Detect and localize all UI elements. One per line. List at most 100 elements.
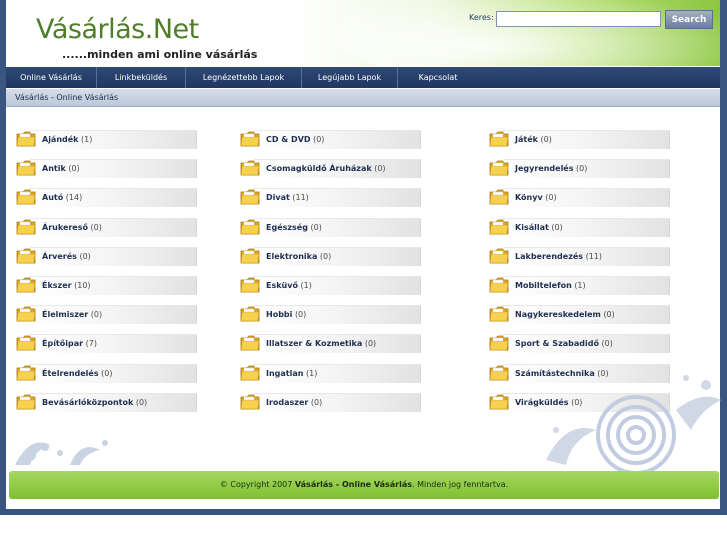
category-label[interactable]: Mobiltelefon (1) [515,281,586,290]
category-name[interactable]: Ékszer [42,281,72,290]
category-count: (0) [310,223,322,232]
category-name[interactable]: Lakberendezés [515,252,583,261]
category-item[interactable]: Jegyrendelés (0) [489,159,670,179]
folder-icon [16,306,36,322]
category-label[interactable]: Egészség (0) [266,223,322,232]
category-item[interactable]: Ételrendelés (0) [16,364,197,384]
category-item[interactable]: Illatszer & Kozmetika (0) [240,334,421,354]
category-label[interactable]: Divat (11) [266,193,309,202]
category-name[interactable]: Autó [42,193,63,202]
category-label[interactable]: Hobbi (0) [266,310,306,319]
category-name[interactable]: Nagykereskedelem [515,310,601,319]
category-label[interactable]: Esküvő (1) [266,281,312,290]
nav-kapcsolat[interactable]: Kapcsolat [398,67,478,88]
category-label[interactable]: Ételrendelés (0) [42,369,113,378]
category-label[interactable]: Elektronika (0) [266,252,331,261]
category-label[interactable]: Ékszer (10) [42,281,91,290]
category-label[interactable]: Illatszer & Kozmetika (0) [266,339,376,348]
category-label[interactable]: Csomagküldő Áruházak (0) [266,164,386,173]
category-name[interactable]: Csomagküldő Áruházak [266,164,372,173]
site-logo[interactable]: Vásárlás.Net [36,14,199,45]
category-name[interactable]: Jegyrendelés [515,164,574,173]
category-item[interactable]: Elektronika (0) [240,247,421,267]
category-item[interactable]: Irodaszer (0) [240,393,421,413]
category-name[interactable]: Árukereső [42,223,88,232]
category-item[interactable]: Hobbi (0) [240,305,421,325]
category-name[interactable]: Ingatlan [266,369,303,378]
category-item[interactable]: Árverés (0) [16,247,197,267]
category-name[interactable]: Egészség [266,223,308,232]
search-input[interactable] [496,11,661,27]
category-label[interactable]: Ajándék (1) [42,135,92,144]
category-name[interactable]: Irodaszer [266,398,308,407]
category-name[interactable]: Bevásárlóközpontok [42,398,133,407]
category-label[interactable]: Építőipar (7) [42,339,97,348]
category-label[interactable]: Irodaszer (0) [266,398,322,407]
category-label[interactable]: Árukereső (0) [42,223,102,232]
footer: © Copyright 2007 Vásárlás - Online Vásár… [9,471,719,499]
category-label[interactable]: Élelmiszer (0) [42,310,102,319]
category-name[interactable]: Antik [42,164,66,173]
nav-online-vasarlas[interactable]: Online Vásárlás [6,67,97,88]
category-item[interactable]: Bevásárlóközpontok (0) [16,393,197,413]
nav-legujabb-lapok[interactable]: Legújabb Lapok [302,67,398,88]
category-label[interactable]: Kisállat (0) [515,223,563,232]
category-item[interactable]: Egészség (0) [240,218,421,238]
category-label[interactable]: Ingatlan (1) [266,369,317,378]
category-name[interactable]: Sport & Szabadidő [515,339,599,348]
category-label[interactable]: Bevásárlóközpontok (0) [42,398,147,407]
category-name[interactable]: Élelmiszer [42,310,88,319]
category-name[interactable]: Játék [515,135,538,144]
nav-legnezettebb-lapok[interactable]: Legnézettebb Lapok [186,67,302,88]
category-item[interactable]: Építőipar (7) [16,334,197,354]
category-name[interactable]: Elektronika [266,252,317,261]
category-label[interactable]: Autó (14) [42,193,82,202]
category-name[interactable]: Építőipar [42,339,83,348]
category-item[interactable]: Ékszer (10) [16,276,197,296]
category-item[interactable]: Ingatlan (1) [240,364,421,384]
breadcrumb[interactable]: Vásárlás - Online Vásárlás [15,93,118,102]
category-name[interactable]: Könyv [515,193,543,202]
category-item[interactable]: Divat (11) [240,188,421,208]
category-item[interactable]: Antik (0) [16,159,197,179]
category-label[interactable]: Antik (0) [42,164,80,173]
category-label[interactable]: Jegyrendelés (0) [515,164,587,173]
category-label[interactable]: Lakberendezés (11) [515,252,602,261]
category-label[interactable]: Nagykereskedelem (0) [515,310,615,319]
category-name[interactable]: Mobiltelefon [515,281,572,290]
category-item[interactable]: Könyv (0) [489,188,670,208]
category-name[interactable]: Esküvő [266,281,298,290]
category-label[interactable]: Árverés (0) [42,252,91,261]
category-name[interactable]: Illatszer & Kozmetika [266,339,362,348]
category-item[interactable]: Autó (14) [16,188,197,208]
category-item[interactable]: Esküvő (1) [240,276,421,296]
category-item[interactable]: Kisállat (0) [489,218,670,238]
category-item[interactable]: Játék (0) [489,130,670,150]
category-name[interactable]: CD & DVD [266,135,311,144]
category-name[interactable]: Ételrendelés [42,369,99,378]
nav-linkbekuldes[interactable]: Linkbeküldés [97,67,186,88]
category-label[interactable]: Játék (0) [515,135,552,144]
category-item[interactable]: Lakberendezés (11) [489,247,670,267]
category-item[interactable]: Árukereső (0) [16,218,197,238]
category-name[interactable]: Kisállat [515,223,549,232]
folder-icon [489,335,509,351]
category-item[interactable]: Élelmiszer (0) [16,305,197,325]
category-count: (0) [79,252,91,261]
search-button[interactable]: Search [665,10,713,29]
category-item[interactable]: CD & DVD (0) [240,130,421,150]
footer-site-link[interactable]: Vásárlás - Online Vásárlás [295,480,412,489]
category-item[interactable]: Csomagküldő Áruházak (0) [240,159,421,179]
category-item[interactable]: Nagykereskedelem (0) [489,305,670,325]
category-item[interactable]: Mobiltelefon (1) [489,276,670,296]
category-label[interactable]: Könyv (0) [515,193,557,202]
category-label[interactable]: CD & DVD (0) [266,135,324,144]
category-label[interactable]: Sport & Szabadidő (0) [515,339,613,348]
category-item[interactable]: Sport & Szabadidő (0) [489,334,670,354]
category-name[interactable]: Hobbi [266,310,292,319]
category-name[interactable]: Divat [266,193,290,202]
category-name[interactable]: Ajándék [42,135,79,144]
category-count: (0) [68,164,80,173]
category-item[interactable]: Ajándék (1) [16,130,197,150]
category-name[interactable]: Árverés [42,252,77,261]
